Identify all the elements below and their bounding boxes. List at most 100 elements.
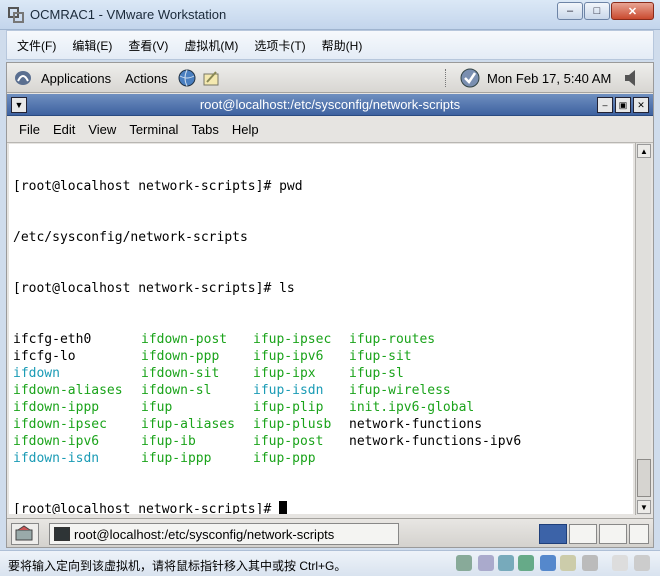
usb-icon[interactable] bbox=[540, 555, 556, 571]
window-title: OCMRAC1 - VMware Workstation bbox=[30, 7, 227, 22]
ls-entry: ifup-ppp bbox=[253, 451, 316, 466]
minimize-button[interactable]: – bbox=[557, 2, 583, 20]
scroll-down-button[interactable]: ▼ bbox=[637, 500, 651, 514]
message-log-icon[interactable] bbox=[612, 555, 628, 571]
ls-entry: ifup bbox=[141, 400, 173, 415]
ls-entry: ifdown bbox=[13, 366, 60, 381]
terminal-menu-help[interactable]: Help bbox=[232, 122, 259, 137]
terminal-line: [root@localhost network-scripts]# ls bbox=[13, 281, 295, 296]
actions-menu[interactable]: Actions bbox=[125, 71, 168, 86]
ls-entry: ifup-wireless bbox=[349, 383, 451, 398]
terminal-close-button[interactable]: ✕ bbox=[633, 97, 649, 113]
terminal-icon bbox=[54, 527, 70, 541]
arrow-up-icon: ▲ bbox=[640, 146, 648, 156]
ls-entry: ifup-aliases bbox=[141, 417, 235, 432]
maximize-button[interactable]: □ bbox=[584, 2, 610, 20]
gnome-top-panel: Applications Actions Mon Feb 17, 5:40 AM bbox=[7, 63, 653, 93]
terminal-menu-file[interactable]: File bbox=[19, 122, 40, 137]
close-icon: ✕ bbox=[637, 99, 645, 110]
ls-entry: init.ipv6-global bbox=[349, 400, 475, 415]
hard-disk-icon[interactable] bbox=[456, 555, 472, 571]
terminal-menu-terminal[interactable]: Terminal bbox=[129, 122, 178, 137]
ls-entry: ifup-post bbox=[253, 434, 324, 449]
menu-file[interactable]: 文件(F) bbox=[17, 37, 56, 54]
vmware-statusbar: 要将输入定向到该虚拟机，请将鼠标指针移入其中或按 Ctrl+G。 bbox=[0, 550, 660, 576]
vmware-app-icon bbox=[8, 7, 24, 23]
gnome-bottom-panel: root@localhost:/etc/sysconfig/network-sc… bbox=[7, 518, 653, 547]
vmware-titlebar: OCMRAC1 - VMware Workstation – □ ✕ bbox=[0, 0, 660, 30]
menu-tabs[interactable]: 选项卡(T) bbox=[254, 37, 305, 54]
terminal-scrollbar[interactable]: ▲ ▼ bbox=[635, 143, 651, 515]
window-controls: – □ ✕ bbox=[556, 2, 654, 20]
floppy-icon[interactable] bbox=[498, 555, 514, 571]
trash-applet[interactable] bbox=[629, 524, 649, 544]
volume-icon[interactable] bbox=[623, 68, 641, 88]
ls-entry: ifup-ipv6 bbox=[253, 349, 324, 364]
minimize-icon: – bbox=[602, 100, 608, 110]
vmware-menubar: 文件(F) 编辑(E) 查看(V) 虚拟机(M) 选项卡(T) 帮助(H) bbox=[6, 30, 654, 60]
panel-clock[interactable]: Mon Feb 17, 5:40 AM bbox=[487, 71, 611, 86]
terminal-prompt: [root@localhost network-scripts]# bbox=[13, 502, 280, 514]
edit-note-icon[interactable] bbox=[201, 68, 221, 88]
workspace-3[interactable] bbox=[599, 524, 627, 544]
terminal-prompt-line: [root@localhost network-scripts]# bbox=[13, 501, 629, 514]
ls-entry: ifdown-ppp bbox=[141, 349, 220, 364]
show-desktop-button[interactable] bbox=[11, 523, 39, 545]
menu-view[interactable]: 查看(V) bbox=[128, 37, 168, 54]
fullscreen-icon[interactable] bbox=[634, 555, 650, 571]
printer-icon[interactable] bbox=[582, 555, 598, 571]
ls-row: ifdown-ipv6 ifup-ib ifup-post network-funct… bbox=[13, 433, 629, 450]
text-cursor bbox=[279, 501, 288, 514]
restore-icon: ▣ bbox=[618, 99, 628, 110]
ls-row: ifcfg-lo ifdown-ppp ifup-ipv6 ifup-sit bbox=[13, 348, 629, 365]
show-desktop-icon bbox=[15, 525, 33, 541]
ls-row: ifdown-isdn ifup-ippp ifup-ppp bbox=[13, 450, 629, 467]
taskbar-terminal-item[interactable]: root@localhost:/etc/sysconfig/network-sc… bbox=[49, 523, 399, 545]
terminal-line: [root@localhost network-scripts]# pwd bbox=[13, 179, 303, 194]
cdrom-icon[interactable] bbox=[478, 555, 494, 571]
ls-entry: ifup-sit bbox=[349, 349, 412, 364]
terminal-screen[interactable]: [root@localhost network-scripts]# pwd /e… bbox=[9, 144, 633, 514]
ls-entry: ifdown-isdn bbox=[13, 451, 100, 466]
terminal-menu-view[interactable]: View bbox=[88, 122, 116, 137]
ls-entry: ifdown-ipv6 bbox=[13, 434, 100, 449]
menu-edit[interactable]: 编辑(E) bbox=[72, 37, 112, 54]
terminal-menu-tabs[interactable]: Tabs bbox=[191, 122, 218, 137]
ls-entry: ifup-sl bbox=[349, 366, 404, 381]
terminal-maximize-button[interactable]: ▣ bbox=[615, 97, 631, 113]
scroll-up-button[interactable]: ▲ bbox=[637, 144, 651, 158]
web-browser-icon[interactable] bbox=[177, 68, 197, 88]
scrollbar-thumb[interactable] bbox=[637, 459, 651, 497]
menu-vm[interactable]: 虚拟机(M) bbox=[184, 37, 238, 54]
close-button[interactable]: ✕ bbox=[611, 2, 654, 20]
network-adapter-icon[interactable] bbox=[518, 555, 534, 571]
workspace-1[interactable] bbox=[539, 524, 567, 544]
ls-entry: ifcfg-lo bbox=[13, 349, 76, 364]
ls-entry: ifup-plip bbox=[253, 400, 324, 415]
terminal-line: /etc/sysconfig/network-scripts bbox=[13, 230, 248, 245]
close-icon: ✕ bbox=[627, 5, 638, 18]
applications-menu[interactable]: Applications bbox=[41, 71, 111, 86]
guest-display[interactable]: Applications Actions Mon Feb 17, 5:40 AM… bbox=[6, 62, 654, 548]
ls-entry: ifdown-ipsec bbox=[13, 417, 107, 432]
ls-entry: ifup-isdn bbox=[253, 383, 324, 398]
panel-separator bbox=[445, 69, 453, 87]
ls-entry: network-functions-ipv6 bbox=[349, 434, 522, 449]
arrow-down-icon: ▼ bbox=[640, 502, 648, 512]
workspace-2[interactable] bbox=[569, 524, 597, 544]
ls-entry: ifdown-post bbox=[141, 332, 228, 347]
sound-card-icon[interactable] bbox=[560, 555, 576, 571]
ls-entry: ifup-plusb bbox=[253, 417, 332, 432]
applications-icon[interactable] bbox=[13, 69, 33, 87]
terminal-menu-edit[interactable]: Edit bbox=[53, 122, 75, 137]
terminal-menubar: File Edit View Terminal Tabs Help bbox=[7, 117, 653, 143]
minimize-icon: – bbox=[566, 5, 574, 17]
status-message: 要将输入定向到该虚拟机，请将鼠标指针移入其中或按 Ctrl+G。 bbox=[8, 559, 347, 573]
ls-entry: ifdown-ippp bbox=[13, 400, 100, 415]
ls-row: ifdown-aliases ifdown-sl ifup-isdn ifup-wir… bbox=[13, 382, 629, 399]
update-notifier-icon[interactable] bbox=[459, 67, 481, 89]
menu-help[interactable]: 帮助(H) bbox=[322, 37, 363, 54]
maximize-icon: □ bbox=[593, 5, 601, 17]
terminal-minimize-button[interactable]: – bbox=[597, 97, 613, 113]
ls-entry: network-functions bbox=[349, 417, 483, 432]
